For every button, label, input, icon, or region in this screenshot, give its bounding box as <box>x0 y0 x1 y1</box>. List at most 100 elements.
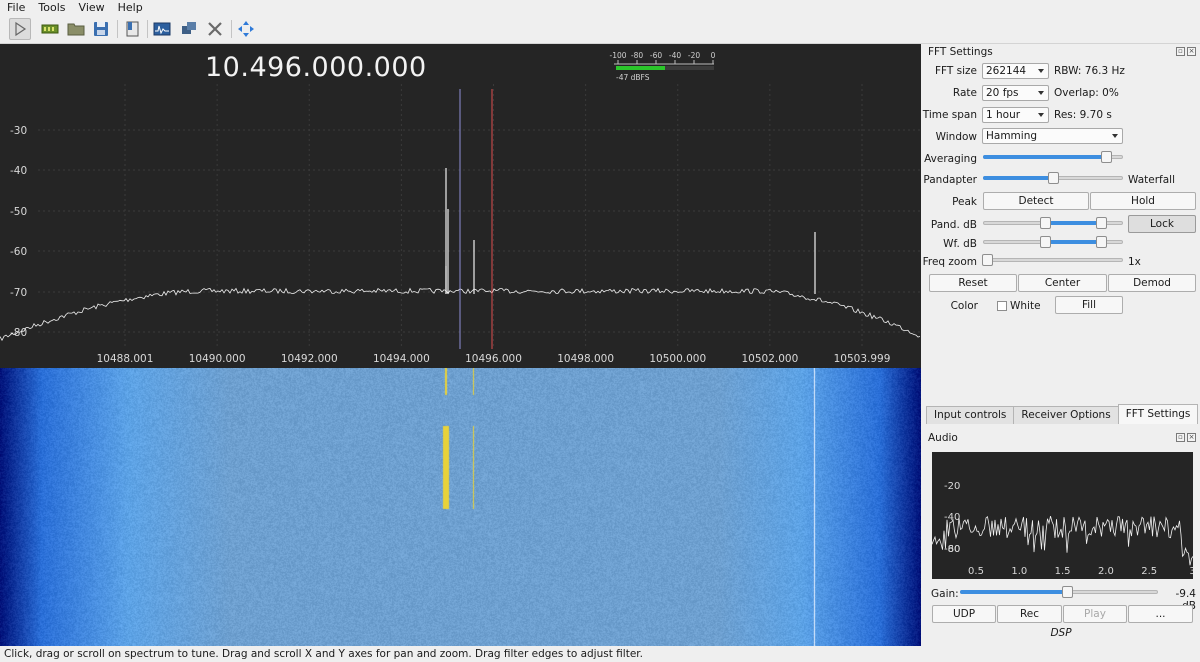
tab-fft-settings[interactable]: FFT Settings <box>1117 404 1199 424</box>
y-tick-label: -80 <box>10 327 27 339</box>
x-tick-label: 10503.999 <box>834 353 891 365</box>
menu-tools[interactable]: Tools <box>31 0 71 15</box>
right-dock-panel: FFT Settings ▫ × FFT size 262144 RBW: 76.… <box>922 44 1200 646</box>
audio-x-tick-label: 1.5 <box>1055 566 1071 577</box>
audio-dock-buttons: ▫ × <box>1176 433 1196 442</box>
tools-icon[interactable] <box>204 18 226 40</box>
tab-input-controls[interactable]: Input controls <box>926 406 1015 424</box>
freq-zoom-label: Freq zoom <box>922 256 977 268</box>
waterfall-canvas[interactable] <box>0 368 921 646</box>
audio-x-tick-label: 0.5 <box>968 566 984 577</box>
white-label: White <box>1010 300 1041 312</box>
udp-button[interactable]: UDP <box>932 605 996 623</box>
rec-button[interactable]: Rec <box>997 605 1062 623</box>
timespan-label: Time span <box>922 109 977 121</box>
remote-control-icon[interactable] <box>178 18 200 40</box>
dock-tabs: Input controls Receiver Options FFT Sett… <box>926 404 1199 425</box>
x-tick-label: 10492.000 <box>281 353 338 365</box>
toolbar-separator <box>231 20 232 38</box>
rate-value: 20 fps <box>986 87 1019 99</box>
timespan-select[interactable]: 1 hour <box>982 107 1049 123</box>
audio-y-tick-label: -20 <box>944 481 960 492</box>
wf-db-label: Wf. dB <box>943 238 977 250</box>
white-checkbox[interactable] <box>997 301 1007 311</box>
menu-help[interactable]: Help <box>111 0 149 15</box>
menu-view[interactable]: View <box>72 0 111 15</box>
signal-meter: -100 -80 -60 -40 -20 0 -47 dBFS <box>609 51 716 82</box>
peak-label: Peak <box>952 196 977 208</box>
demod-button[interactable]: Demod <box>1108 274 1196 292</box>
fft-size-select[interactable]: 262144 <box>982 63 1049 79</box>
dsp-label: DSP <box>1050 627 1072 639</box>
lock-button[interactable]: Lock <box>1128 215 1196 233</box>
toolbar-separator <box>147 20 148 38</box>
chevron-down-icon <box>1038 113 1044 117</box>
audio-spectrum-canvas[interactable]: -20-40-60-800.5 1.0 1.5 2.0 2.5 3 <box>931 452 1196 579</box>
x-tick-label: 10494.000 <box>373 353 430 365</box>
save-icon[interactable] <box>90 18 112 40</box>
dock-buttons: ▫ × <box>1176 47 1196 56</box>
more-button[interactable]: ... <box>1128 605 1193 623</box>
spectrum-plot[interactable]: -30 -40 -50 -60 -70 -80 10488.001 10490.000 1049… <box>0 44 921 368</box>
fill-button[interactable]: Fill <box>1055 296 1123 314</box>
toolbar-separator <box>117 20 118 38</box>
audio-x-tick-label: 1.0 <box>1011 566 1027 577</box>
wf-db-range-slider[interactable] <box>983 236 1123 248</box>
menu-file[interactable]: File <box>0 0 31 15</box>
fft-display-icon[interactable] <box>151 18 173 40</box>
color-label: Color <box>950 300 978 312</box>
toolbar <box>0 15 1200 44</box>
frequency-display[interactable]: 10.496.000.000 <box>205 52 427 83</box>
play-icon[interactable] <box>9 18 31 40</box>
reset-button[interactable]: Reset <box>929 274 1017 292</box>
meter-scale-label: -80 <box>631 51 643 60</box>
rate-select[interactable]: 20 fps <box>982 85 1049 101</box>
audio-spectrum-plot[interactable]: -20 -40 -60 -80 0.5 1.0 1.5 2.0 2.5 3 <box>931 452 1196 579</box>
meter-scale-label: -100 <box>609 51 626 60</box>
spectrum-canvas[interactable]: -30 -40 -50 -60 -70 -80 10488.001 10490.000 1049… <box>0 44 921 368</box>
sdr-device-icon[interactable] <box>39 18 61 40</box>
float-icon[interactable]: ▫ <box>1176 433 1185 442</box>
tab-receiver-options[interactable]: Receiver Options <box>1013 406 1119 424</box>
audio-title: Audio <box>928 432 958 444</box>
pandapter-waterfall-slider[interactable] <box>983 172 1123 184</box>
fft-size-label: FFT size <box>934 65 977 77</box>
gain-slider[interactable] <box>960 586 1158 598</box>
audio-x-tick-label: 2.5 <box>1141 566 1157 577</box>
y-tick-label: -40 <box>10 165 27 177</box>
audio-y-tick-label: -80 <box>944 544 960 555</box>
detect-button[interactable]: Detect <box>983 192 1089 210</box>
audio-x-tick-label: 3 <box>1189 566 1193 577</box>
close-icon[interactable]: × <box>1187 47 1196 56</box>
center-button[interactable]: Center <box>1018 274 1107 292</box>
meter-scale-label: 0 <box>711 51 716 60</box>
res-text: Res: 9.70 s <box>1054 109 1112 121</box>
chevron-down-icon <box>1038 69 1044 73</box>
pandapter-label: Pandapter <box>923 174 977 186</box>
waterfall-display[interactable] <box>0 368 921 646</box>
x-tick-label: 10498.000 <box>557 353 614 365</box>
audio-spectrum-trace <box>931 515 1194 566</box>
fft-settings-title: FFT Settings <box>928 46 993 58</box>
x-tick-label: 10488.001 <box>97 353 154 365</box>
meter-level-bar <box>616 66 665 70</box>
y-tick-label: -30 <box>10 125 27 137</box>
meter-readout: -47 dBFS <box>616 73 650 82</box>
waterfall-label: Waterfall <box>1128 174 1176 186</box>
averaging-slider[interactable] <box>983 151 1123 163</box>
y-tick-label: -70 <box>10 287 27 299</box>
rbw-text: RBW: 76.3 Hz <box>1054 65 1125 77</box>
float-icon[interactable]: ▫ <box>1176 47 1185 56</box>
pand-db-range-slider[interactable] <box>983 217 1123 229</box>
close-icon[interactable]: × <box>1187 433 1196 442</box>
meter-scale-label: -40 <box>669 51 681 60</box>
bookmark-icon[interactable] <box>121 18 143 40</box>
chevron-down-icon <box>1112 134 1118 138</box>
x-tick-label: 10496.000 <box>465 353 522 365</box>
open-folder-icon[interactable] <box>65 18 87 40</box>
auto-tune-icon[interactable] <box>235 18 257 40</box>
play-button[interactable]: Play <box>1063 605 1127 623</box>
window-select[interactable]: Hamming <box>982 128 1123 144</box>
hold-button[interactable]: Hold <box>1090 192 1196 210</box>
freq-zoom-slider[interactable] <box>982 254 1123 266</box>
